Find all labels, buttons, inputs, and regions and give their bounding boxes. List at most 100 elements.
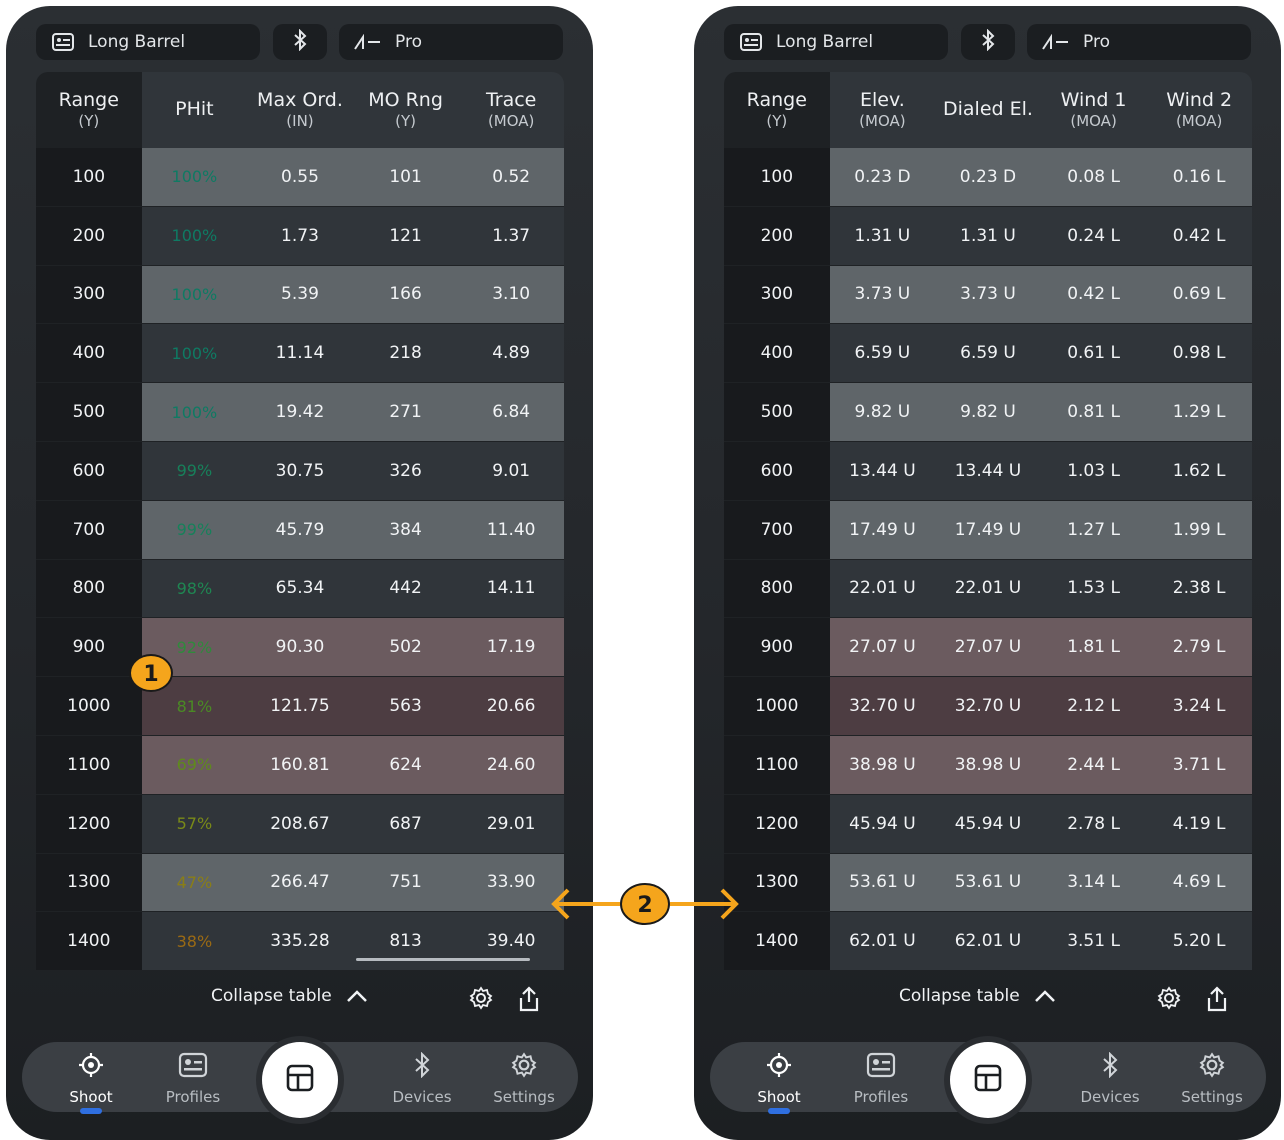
table-cell: 11.14 (275, 343, 325, 364)
table-row: 100 100% 0.55 101 0.52 (36, 148, 564, 207)
table-cell: 2.12 L (1067, 696, 1120, 717)
column-header[interactable]: Wind 2 (MOA) (1146, 72, 1252, 148)
table-row: 1400 38% 335.28 813 39.40 (36, 912, 564, 972)
table-cell: 271 (389, 402, 422, 423)
nav-profiles[interactable]: Profiles (148, 1052, 238, 1106)
bluetooth-button[interactable] (273, 24, 327, 60)
table-icon (973, 1063, 1003, 1097)
table-view-button[interactable] (262, 1042, 338, 1118)
profile-card-icon (740, 33, 762, 51)
profile-selector[interactable]: Long Barrel (36, 24, 260, 60)
bluetooth-button[interactable] (961, 24, 1015, 60)
device-selector[interactable]: Pro (339, 24, 563, 60)
nav-settings[interactable]: Settings (479, 1052, 569, 1106)
nav-devices[interactable]: Devices (1065, 1051, 1155, 1106)
active-indicator (80, 1108, 102, 1114)
top-bar: Long Barrel Pro (36, 24, 563, 60)
table-cell: 6.84 (492, 402, 531, 423)
table-row: 400 6.59 U 6.59 U 0.61 L 0.98 L (724, 324, 1252, 384)
column-header[interactable]: Trace (MOA) (458, 72, 564, 148)
table-cell: 2.44 L (1067, 754, 1120, 775)
table-cell: 0.42 L (1067, 284, 1120, 305)
column-header[interactable]: Dialed El. (935, 72, 1041, 148)
table-row: 800 22.01 U 22.01 U 1.53 L 2.38 L (724, 559, 1252, 619)
table-cell: 100 (724, 148, 830, 206)
collapse-table-button[interactable]: Collapse table (211, 986, 368, 1006)
table-cell: 100% (171, 284, 218, 304)
table-cell: 1.27 L (1067, 519, 1120, 540)
table-cell: 38.98 U (954, 754, 1022, 775)
table-cell: 0.81 L (1067, 402, 1120, 423)
table-cell: 1.29 L (1172, 402, 1226, 423)
device-selector[interactable]: Pro (1027, 24, 1251, 60)
table-cell: 20.66 (486, 696, 536, 717)
table-row: 800 98% 65.34 442 14.11 (36, 559, 564, 619)
table-row: 1100 38.98 U 38.98 U 2.44 L 3.71 L (724, 735, 1252, 795)
table-cell: 1.53 L (1067, 578, 1120, 599)
table-view-button[interactable] (950, 1042, 1026, 1118)
table-cell: 160.81 (270, 754, 330, 775)
gear-icon (511, 1052, 537, 1082)
bluetooth-icon (293, 28, 307, 56)
table-row: 300 100% 5.39 166 3.10 (36, 265, 564, 325)
table-cell: 1.99 L (1172, 519, 1226, 540)
nav-settings[interactable]: Settings (1167, 1052, 1257, 1106)
column-header[interactable]: Elev. (MOA) (830, 72, 936, 148)
column-header[interactable]: MO Rng (Y) (353, 72, 459, 148)
table-row: 600 99% 30.75 326 9.01 (36, 441, 564, 501)
right-phone-screen: Long Barrel Pro Range (Y) Elev. (MOA) Dial… (694, 6, 1281, 1140)
table-cell: 563 (389, 696, 422, 717)
table-cell: 1.62 L (1172, 460, 1226, 481)
table-row: 700 99% 45.79 384 11.40 (36, 500, 564, 560)
column-header[interactable]: Range (Y) (724, 72, 830, 148)
table-cell: 800 (36, 559, 142, 618)
table-cell: 208.67 (270, 813, 330, 834)
column-header[interactable]: PHit (142, 72, 248, 148)
table-cell: 27.07 U (849, 637, 916, 658)
column-header[interactable]: Wind 1 (MOA) (1041, 72, 1147, 148)
bluetooth-icon (981, 28, 995, 56)
table-settings-gear-icon[interactable] (1157, 986, 1181, 1010)
table-cell: 17.19 (486, 637, 536, 658)
table-cell: 1.37 (492, 225, 531, 246)
table-cell: 1.31 U (854, 225, 911, 246)
table-cell: 1000 (36, 677, 142, 735)
table-cell: 3.73 U (854, 284, 911, 305)
column-header[interactable]: Max Ord. (IN) (247, 72, 353, 148)
horizontal-scrollbar[interactable] (356, 958, 530, 961)
table-cell: 62.01 U (954, 931, 1022, 952)
table-icon (285, 1063, 315, 1097)
table-cell: 90.30 (275, 637, 325, 658)
table-settings-gear-icon[interactable] (469, 986, 493, 1010)
table-row: 900 27.07 U 27.07 U 1.81 L 2.79 L (724, 618, 1252, 678)
nav-profiles[interactable]: Profiles (836, 1052, 926, 1106)
table-cell: 24.60 (486, 754, 536, 775)
table-cell: 500 (36, 383, 142, 441)
profile-card-icon (178, 1052, 208, 1082)
table-cell: 14.11 (486, 578, 536, 599)
table-cell: 9.01 (492, 460, 531, 481)
collapse-table-button[interactable]: Collapse table (899, 986, 1056, 1006)
share-icon[interactable] (517, 986, 541, 1012)
nav-shoot[interactable]: Shoot (734, 1052, 824, 1114)
table-cell: 1100 (36, 735, 142, 794)
table-row: 500 9.82 U 9.82 U 0.81 L 1.29 L (724, 383, 1252, 442)
table-cell: 4.69 L (1172, 872, 1226, 893)
nav-shoot[interactable]: Shoot (46, 1052, 136, 1114)
table-cell: 98% (176, 578, 213, 598)
share-icon[interactable] (1205, 986, 1229, 1012)
profile-name: Long Barrel (776, 32, 874, 52)
nav-devices[interactable]: Devices (377, 1051, 467, 1106)
table-cell: 2.78 L (1067, 813, 1120, 834)
table-cell: 121.75 (270, 696, 330, 717)
column-header[interactable]: Range (Y) (36, 72, 142, 148)
profile-selector[interactable]: Long Barrel (724, 24, 948, 60)
table-cell: 700 (36, 500, 142, 559)
profile-card-icon (52, 33, 74, 51)
table-cell: 3.73 U (960, 284, 1016, 305)
svg-text:1: 1 (143, 662, 158, 687)
table-cell: 22.01 U (954, 578, 1022, 599)
table-cell: 19.42 (275, 402, 325, 423)
table-cell: 9.82 U (854, 402, 911, 423)
table-cell: 47% (176, 872, 213, 892)
